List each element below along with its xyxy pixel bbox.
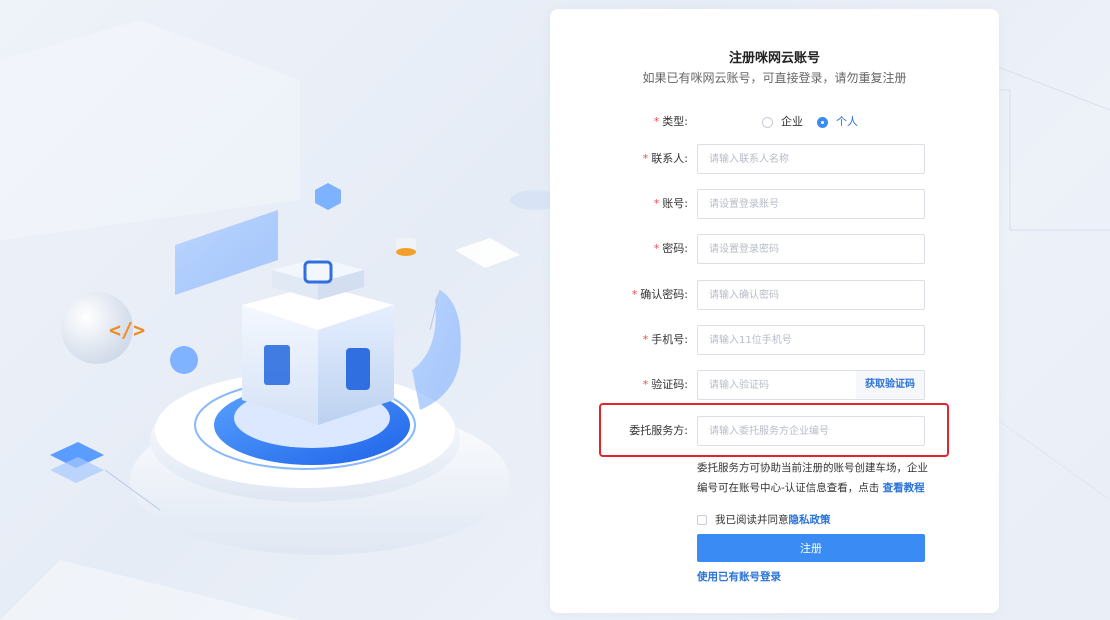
required-mark: * [653, 197, 660, 210]
agreement-row: 我已阅读并同意 隐私政策 [697, 512, 831, 528]
type-row: * 类型: 企业 个人 [550, 107, 999, 137]
required-mark: * [653, 242, 660, 255]
required-mark: * [631, 288, 638, 301]
get-code-button[interactable]: 获取验证码 [856, 370, 925, 400]
agreement-checkbox[interactable] [697, 515, 707, 525]
required-mark: * [642, 378, 649, 391]
agreement-text: 我已阅读并同意 [715, 514, 789, 526]
hero-illustration: </> [0, 20, 560, 620]
page-subtitle: 如果已有咪网云账号，可直接登录，请勿重复注册 [642, 71, 907, 85]
contact-row: * 联系人: [550, 144, 999, 174]
svg-text:</>: </> [109, 318, 145, 342]
contact-label: * 联系人: [642, 152, 688, 165]
type-radio-personal[interactable]: 个人 [817, 107, 858, 137]
register-button[interactable]: 注册 [697, 534, 925, 562]
contact-input[interactable] [697, 144, 925, 174]
code-label: * 验证码: [642, 378, 688, 391]
phone-label: * 手机号: [642, 333, 688, 346]
phone-row: * 手机号: [550, 325, 999, 355]
account-row: * 账号: [550, 189, 999, 219]
confirm-password-input[interactable] [697, 280, 925, 310]
type-radio-enterprise[interactable]: 企业 [762, 107, 803, 137]
code-row: *验证码: 获取验证码 [550, 370, 999, 400]
view-tutorial-link[interactable]: 查看教程 [883, 482, 925, 494]
required-mark: * [642, 333, 649, 346]
password-input[interactable] [697, 234, 925, 264]
service-label: 委托服务方: [629, 424, 688, 437]
page-title: 注册咪网云账号 [728, 51, 820, 66]
code-input[interactable] [697, 370, 857, 400]
service-row: 委托服务方: [550, 416, 999, 446]
required-mark: * [642, 152, 649, 165]
phone-input[interactable] [697, 325, 925, 355]
confirm-password-label: * 确认密码: [631, 288, 688, 301]
login-existing-link[interactable]: 使用已有账号登录 [697, 569, 781, 584]
radio-label: 企业 [781, 115, 803, 128]
radio-label: 个人 [836, 115, 858, 128]
password-row: * 密码: [550, 234, 999, 264]
service-input[interactable] [697, 416, 925, 446]
required-mark: * [653, 115, 660, 128]
account-input[interactable] [697, 189, 925, 219]
register-card: 注册咪网云账号 如果已有咪网云账号，可直接登录，请勿重复注册 * 类型: 企业 个… [550, 9, 999, 613]
radio-checked-icon [817, 116, 828, 128]
account-label: * 账号: [653, 197, 688, 210]
type-radio-group: 企业 个人 [762, 107, 858, 137]
confirm-password-row: * 确认密码: [550, 280, 999, 310]
service-hint: 委托服务方可协助当前注册的账号创建车场，企业编号可在账号中心-认证信息查看，点击… [697, 458, 933, 498]
privacy-policy-link[interactable]: 隐私政策 [789, 512, 831, 528]
password-label: * 密码: [653, 242, 688, 255]
type-label: * 类型: [653, 115, 688, 128]
radio-icon [762, 116, 773, 128]
